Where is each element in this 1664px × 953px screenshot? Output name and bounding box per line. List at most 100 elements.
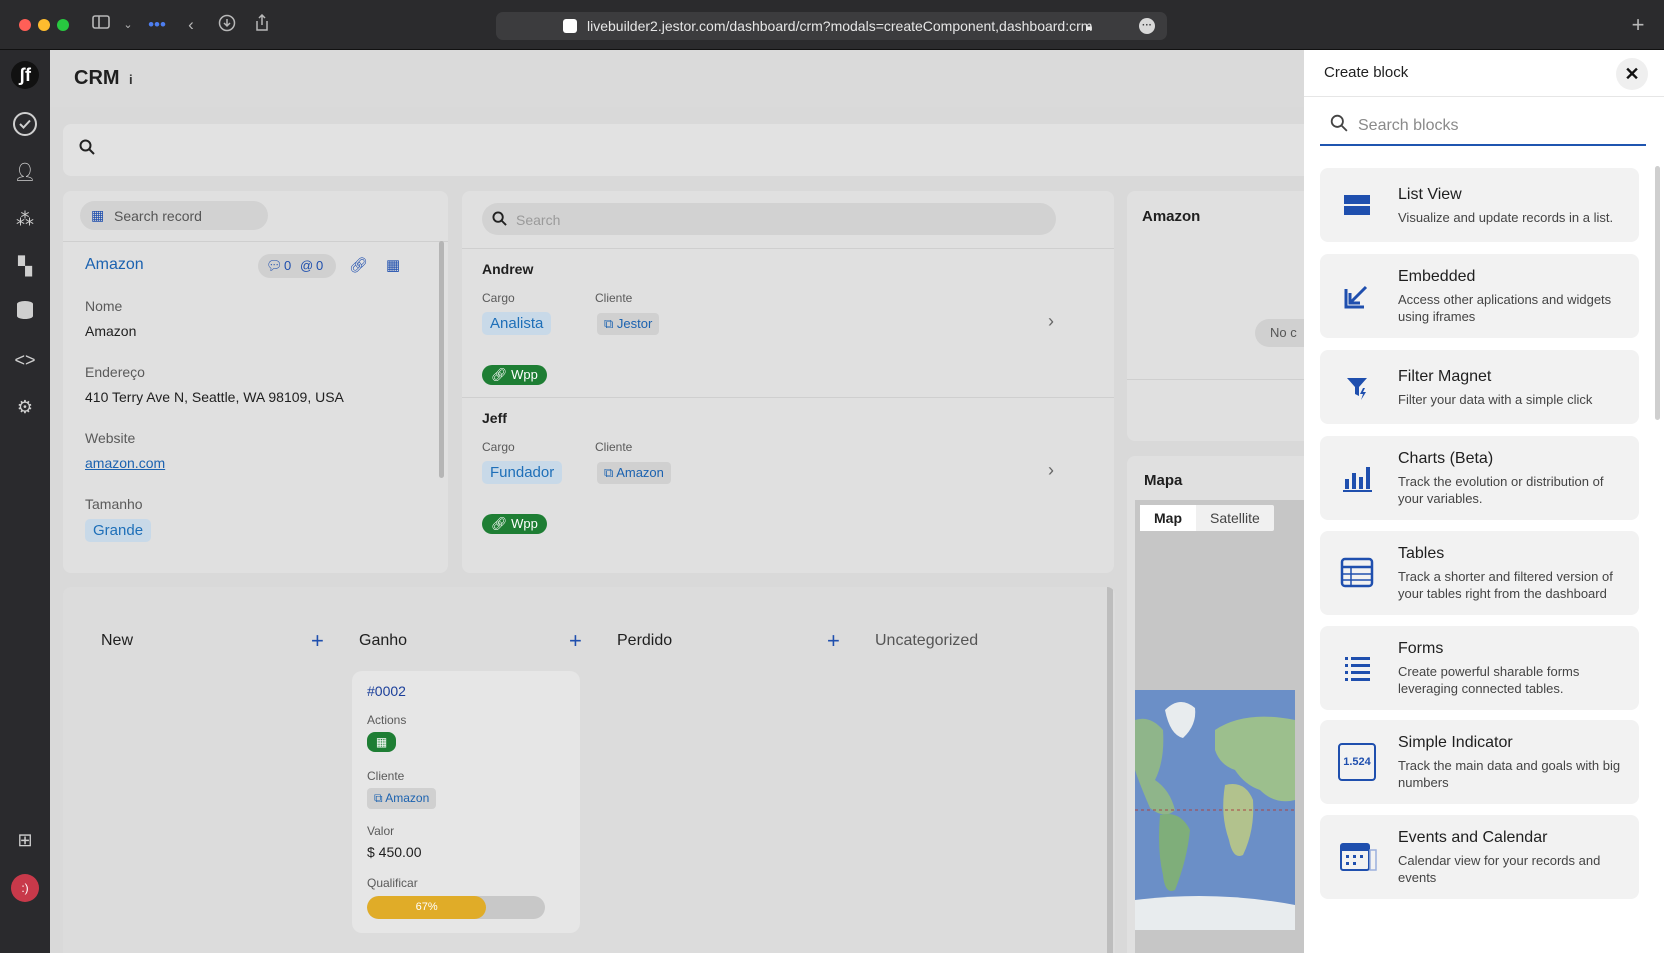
block-option-simple-indicator[interactable]: 1.524 Simple Indicator Track the main da… (1320, 720, 1639, 804)
block-description: Calendar view for your records and event… (1398, 853, 1601, 885)
database-icon[interactable] (11, 299, 39, 327)
sidebar-toggle-icon[interactable] (89, 14, 113, 36)
calendar-icon (1338, 838, 1377, 876)
wpp-link[interactable]: 🔗︎ Wpp (482, 514, 547, 534)
comment-count: 0 (284, 258, 292, 273)
close-window-button[interactable] (19, 19, 31, 31)
info-icon[interactable]: i (129, 72, 133, 87)
action-table-button[interactable]: ▦ (367, 732, 396, 752)
tab-map[interactable]: Map (1140, 505, 1196, 531)
list-search-input[interactable]: Search (482, 203, 1056, 235)
jestor-logo-icon[interactable]: ʃf (11, 61, 39, 89)
card-id[interactable]: #0002 (367, 683, 406, 699)
block-title: Filter Magnet (1398, 368, 1492, 385)
share-icon[interactable] (250, 13, 274, 36)
contact-name: Andrew (482, 261, 534, 277)
scrollbar[interactable] (439, 241, 444, 478)
empty-state-pill: No c (1255, 319, 1304, 347)
table-view-icon[interactable]: ▦ (386, 256, 400, 274)
integrations-icon[interactable]: ⁂ (11, 205, 39, 233)
actions-label: Actions (367, 713, 407, 727)
global-search-bar[interactable] (63, 124, 1304, 176)
add-card-button[interactable]: + (827, 628, 840, 654)
block-title: List View (1398, 186, 1462, 203)
block-description: Filter your data with a simple click (1398, 392, 1593, 407)
field-label-endereco: Endereço (85, 364, 145, 380)
table-icon: ▦ (91, 207, 105, 223)
create-block-panel: Create block ✕ Search blocks List View V… (1304, 50, 1664, 953)
apps-grid-icon[interactable]: ▚ (11, 252, 39, 280)
block-option-filter-magnet[interactable]: Filter Magnet Filter your data with a si… (1320, 350, 1639, 424)
back-arrow-icon[interactable]: ‹ (179, 14, 203, 36)
block-option-tables[interactable]: Tables Track a shorter and filtered vers… (1320, 531, 1639, 615)
map-area[interactable]: Map Satellite (1135, 500, 1304, 953)
search-record-input[interactable]: ▦ Search record (80, 201, 268, 230)
filter-magnet-icon (1338, 368, 1376, 406)
site-favicon-icon (563, 19, 577, 33)
add-user-icon[interactable]: 👤︎ (11, 158, 39, 186)
chevron-down-icon[interactable]: ⌄ (116, 14, 140, 36)
panel-title: Create block (1324, 64, 1409, 81)
progress-text: 67% (415, 901, 438, 913)
cliente-link[interactable]: ⧉ Amazon (367, 788, 437, 809)
amazon-card: Amazon No c (1127, 191, 1304, 441)
wpp-link-text: Wpp (511, 516, 538, 531)
cliente-link-text: Jestor (616, 316, 653, 331)
external-link-icon: ⧉ (604, 465, 617, 480)
add-card-button[interactable]: + (569, 628, 582, 654)
simple-indicator-icon: 1.524 (1338, 743, 1376, 781)
search-blocks-input[interactable]: Search blocks (1320, 108, 1646, 146)
map-card-title: Mapa (1144, 472, 1183, 489)
download-icon[interactable] (215, 14, 239, 36)
block-option-events-calendar[interactable]: Events and Calendar Calendar view for yo… (1320, 815, 1639, 899)
minimize-window-button[interactable] (38, 19, 50, 31)
kanban-card[interactable]: #0002 Actions ▦ Cliente ⧉ Amazon Valor $… (352, 671, 580, 933)
address-bar[interactable]: livebuilder2.jestor.com/dashboard/crm?mo… (496, 12, 1167, 40)
panel-scrollbar[interactable] (1655, 166, 1660, 420)
search-record-placeholder: Search record (114, 208, 202, 224)
chevron-right-icon[interactable]: › (1048, 311, 1054, 332)
cliente-link[interactable]: ⧉ Jestor (597, 313, 660, 335)
close-panel-button[interactable]: ✕ (1616, 58, 1648, 90)
block-option-forms[interactable]: Forms Create powerful sharable forms lev… (1320, 626, 1639, 710)
block-title: Events and Calendar (1398, 829, 1548, 846)
scrollbar[interactable] (1107, 587, 1113, 953)
mention-icon: @ (300, 258, 314, 273)
block-option-embedded[interactable]: Embedded Access other aplications and wi… (1320, 254, 1639, 338)
block-option-list-view[interactable]: List View Visualize and update records i… (1320, 168, 1639, 242)
dashboard-area: CRM i ▦ Search record Amazon 💬︎ 0 @ 0 🔗︎… (50, 50, 1304, 953)
contact-name: Jeff (482, 410, 507, 426)
valor-label: Valor (367, 824, 395, 838)
cliente-label: Cliente (367, 769, 405, 783)
settings-gear-icon[interactable]: ⚙ (11, 393, 39, 421)
block-option-charts[interactable]: Charts (Beta) Track the evolution or dis… (1320, 436, 1639, 520)
record-title[interactable]: Amazon (85, 256, 144, 274)
external-link-icon: ⧉ (374, 791, 386, 805)
website-link[interactable]: amazon.com (85, 455, 165, 471)
more-options-icon[interactable]: ··· (1139, 18, 1155, 34)
block-description: Access other aplications and widgets usi… (1398, 292, 1612, 324)
kanban-column-title: New (101, 632, 134, 649)
maximize-window-button[interactable] (57, 19, 69, 31)
add-card-button[interactable]: + (311, 628, 324, 654)
left-navigation: ʃf 👤︎ ⁂ ▚ <> ⚙ ⊞ :) (0, 50, 50, 953)
new-tab-icon[interactable]: + (1626, 14, 1650, 36)
comments-mentions-badge[interactable]: 💬︎ 0 @ 0 (258, 254, 336, 278)
tasks-check-icon[interactable] (11, 111, 39, 139)
block-description: Create powerful sharable forms leveragin… (1398, 664, 1580, 696)
code-icon[interactable]: <> (11, 346, 39, 374)
chevron-right-icon[interactable]: › (1048, 460, 1054, 481)
tab-satellite[interactable]: Satellite (1196, 505, 1274, 531)
tab-group-icon[interactable]: ••• (145, 14, 169, 36)
progress-fill: 67% (367, 896, 487, 919)
cliente-link[interactable]: ⧉ Amazon (597, 462, 671, 484)
wpp-link[interactable]: 🔗︎ Wpp (482, 365, 547, 385)
valor-value: $ 450.00 (367, 844, 422, 860)
user-avatar[interactable]: :) (11, 874, 39, 902)
link-icon[interactable]: 🔗︎ (349, 256, 368, 274)
list-item[interactable]: Jeff Cargo Cliente Fundador ⧉ Amazon 🔗︎ … (462, 398, 1114, 546)
app-switcher-icon[interactable]: ⊞ (11, 826, 39, 854)
block-description: Track the main data and goals with big n… (1398, 758, 1621, 790)
block-title: Simple Indicator (1398, 734, 1513, 751)
list-item[interactable]: Andrew Cargo Cliente Analista ⧉ Jestor 🔗… (462, 249, 1114, 397)
